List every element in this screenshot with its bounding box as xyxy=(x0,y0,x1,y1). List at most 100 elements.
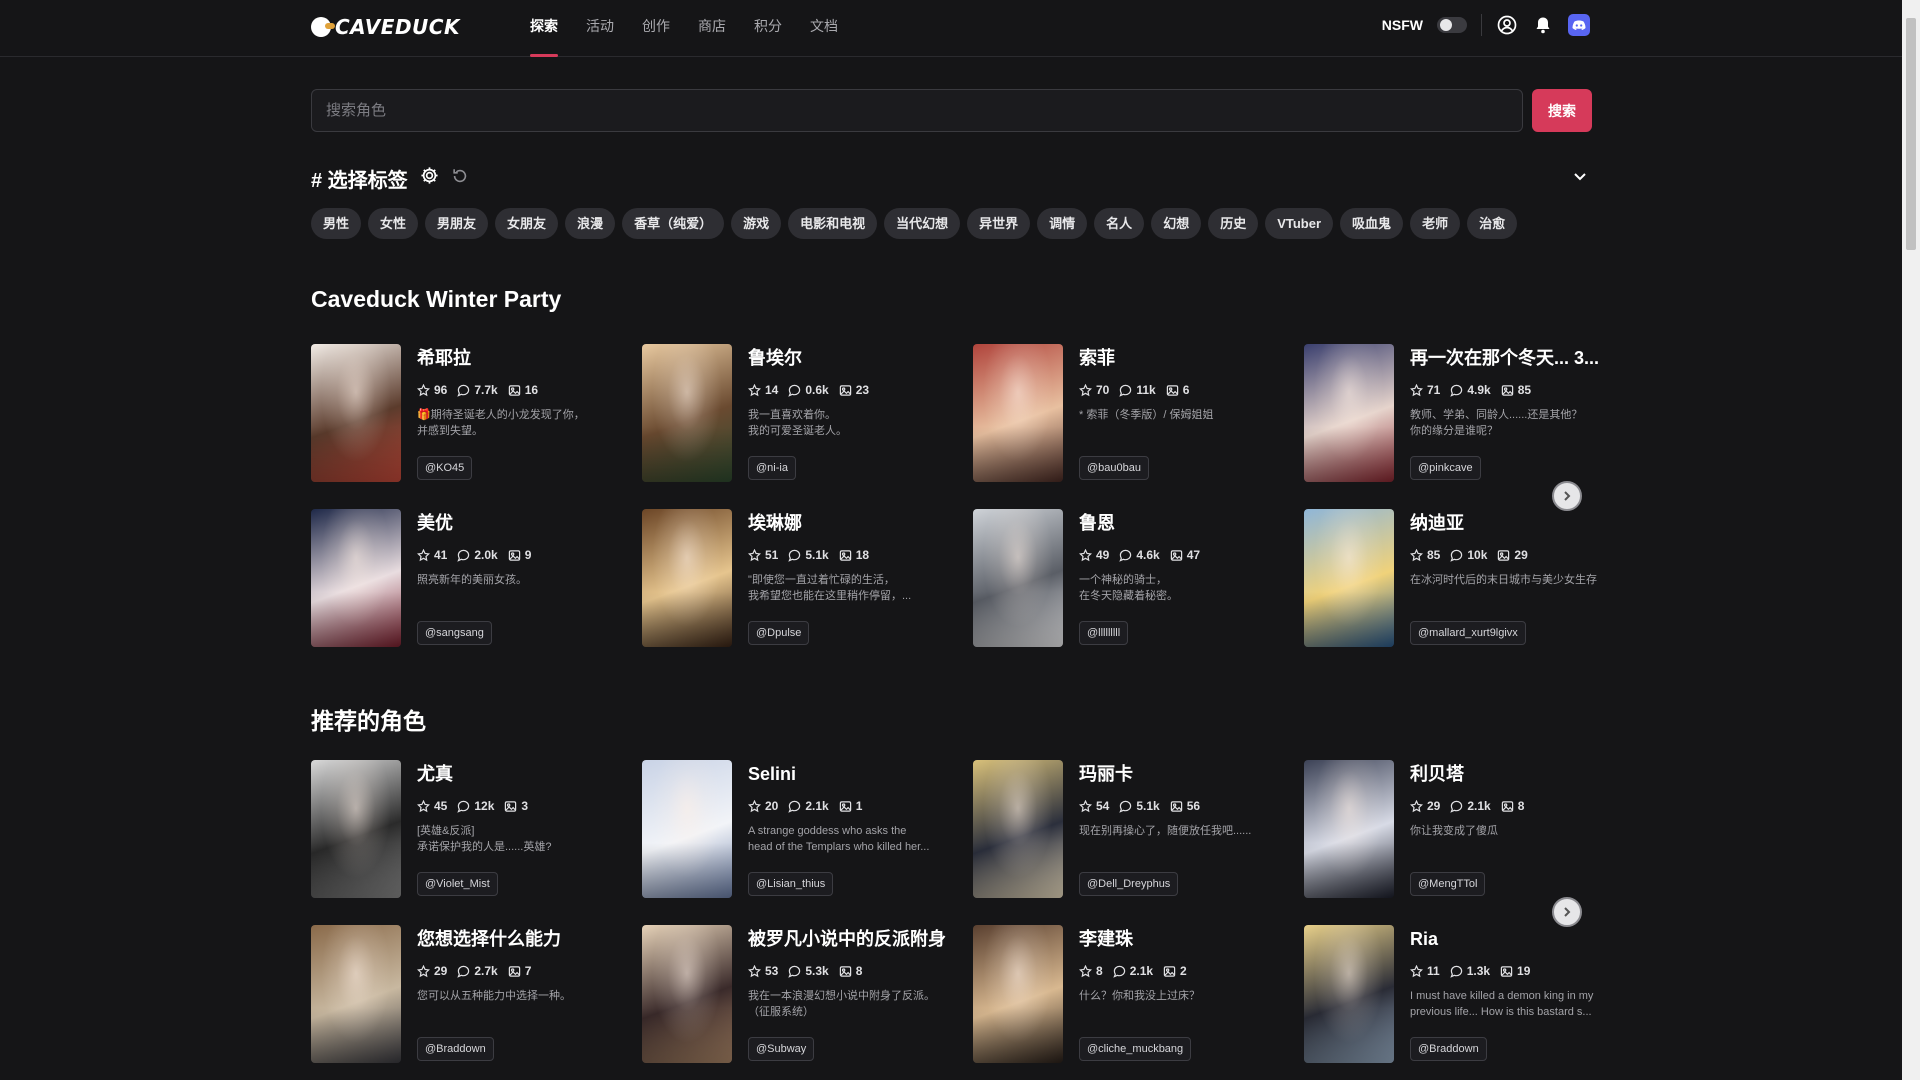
nav-tab-2[interactable]: 创作 xyxy=(628,0,684,57)
tag-chip[interactable]: 女朋友 xyxy=(495,208,559,239)
tag-chip[interactable]: 调情 xyxy=(1037,208,1088,239)
author-handle[interactable]: @KO45 xyxy=(417,456,473,480)
author-handle[interactable]: @lllllllll xyxy=(1079,621,1129,645)
author-handle[interactable]: @Braddown xyxy=(417,1037,494,1061)
character-name[interactable]: 鲁埃尔 xyxy=(748,346,957,370)
character-search-input[interactable] xyxy=(311,89,1523,132)
author-handle[interactable]: @bau0bau xyxy=(1079,456,1149,480)
tag-chip[interactable]: 幻想 xyxy=(1151,208,1202,239)
character-avatar-image[interactable] xyxy=(973,925,1063,1063)
character-card[interactable]: 鲁恩 49 4.6k 47 一个神秘的骑士， 在冬天隐藏着秘密。 @lllllllll xyxy=(973,509,1288,647)
character-name[interactable]: Ria xyxy=(1410,927,1619,951)
tag-chip[interactable]: 香草（纯爱） xyxy=(622,208,725,239)
character-avatar-image[interactable] xyxy=(973,509,1063,647)
page-scrollbar[interactable] xyxy=(1902,0,1920,1080)
bell-icon[interactable] xyxy=(1532,14,1554,36)
character-name[interactable]: 鲁恩 xyxy=(1079,511,1288,535)
character-avatar-image[interactable] xyxy=(311,760,401,898)
character-avatar-image[interactable] xyxy=(642,509,732,647)
author-handle[interactable]: @MengTTol xyxy=(1410,872,1486,896)
tag-chip[interactable]: 女性 xyxy=(368,208,419,239)
character-name[interactable]: 美优 xyxy=(417,511,626,535)
author-handle[interactable]: @Lisian_thius xyxy=(748,872,834,896)
character-name[interactable]: 您想选择什么能力 xyxy=(417,927,626,951)
character-avatar-image[interactable] xyxy=(973,344,1063,482)
author-handle[interactable]: @pinkcave xyxy=(1410,456,1481,480)
nsfw-toggle[interactable] xyxy=(1437,17,1467,33)
character-avatar-image[interactable] xyxy=(311,509,401,647)
character-card[interactable]: 埃琳娜 51 5.1k 18 "即使您一直过着忙碌的生活， 我希望您也能在这里稍作停留，… xyxy=(642,509,957,647)
nav-tab-4[interactable]: 积分 xyxy=(740,0,796,57)
character-card[interactable]: 尤真 45 12k 3 [英雄&反派] 承诺保护我的人是......英雄? @Violet… xyxy=(311,760,626,898)
nav-tab-5[interactable]: 文档 xyxy=(796,0,852,57)
tag-chip[interactable]: 男朋友 xyxy=(425,208,489,239)
user-circle-icon[interactable] xyxy=(1496,14,1518,36)
character-card[interactable]: 再一次在那个冬天... 3... 71 4.9k 85 教师、学弟、同龄人......还… xyxy=(1304,344,1619,482)
character-name[interactable]: 索菲 xyxy=(1079,346,1288,370)
author-handle[interactable]: @Dell_Dreyphus xyxy=(1079,872,1179,896)
author-handle[interactable]: @Violet_Mist xyxy=(417,872,498,896)
tag-chip[interactable]: 老师 xyxy=(1410,208,1461,239)
character-card[interactable]: 纳迪亚 85 10k 29 在冰河时代后的末日城市与美少女生存 @mallard_xurt… xyxy=(1304,509,1619,647)
character-card[interactable]: 玛丽卡 54 5.1k 56 现在别再操心了，随便放任我吧...... @Dell_Dre… xyxy=(973,760,1288,898)
tag-chip[interactable]: 历史 xyxy=(1208,208,1259,239)
character-avatar-image[interactable] xyxy=(1304,509,1394,647)
tag-chip[interactable]: 吸血鬼 xyxy=(1340,208,1404,239)
character-name[interactable]: 李建珠 xyxy=(1079,927,1288,951)
character-avatar-image[interactable] xyxy=(1304,760,1394,898)
scrollbar-thumb[interactable] xyxy=(1906,18,1916,250)
author-handle[interactable]: @mallard_xurt9lgivx xyxy=(1410,621,1526,645)
nav-tab-1[interactable]: 活动 xyxy=(572,0,628,57)
character-avatar-image[interactable] xyxy=(642,344,732,482)
character-name[interactable]: Selini xyxy=(748,762,957,786)
search-button[interactable]: 搜索 xyxy=(1532,89,1592,132)
character-name[interactable]: 埃琳娜 xyxy=(748,511,957,535)
tag-chip[interactable]: 游戏 xyxy=(731,208,782,239)
author-handle[interactable]: @Dpulse xyxy=(748,621,810,645)
character-name[interactable]: 再一次在那个冬天... 3... xyxy=(1410,346,1619,370)
character-name[interactable]: 利贝塔 xyxy=(1410,762,1619,786)
nav-tab-0[interactable]: 探索 xyxy=(516,0,572,57)
author-handle[interactable]: @cliche_muckbang xyxy=(1079,1037,1192,1061)
character-name[interactable]: 玛丽卡 xyxy=(1079,762,1288,786)
nav-tab-3[interactable]: 商店 xyxy=(684,0,740,57)
character-avatar-image[interactable] xyxy=(311,925,401,1063)
tag-chip[interactable]: 异世界 xyxy=(967,208,1031,239)
character-avatar-image[interactable] xyxy=(1304,344,1394,482)
character-card[interactable]: 希耶拉 96 7.7k 16 🎁期待圣诞老人的小龙发现了你， 并感到失望。 @KO45 xyxy=(311,344,626,482)
tag-chip[interactable]: 治愈 xyxy=(1467,208,1518,239)
character-card[interactable]: 美优 41 2.0k 9 照亮新年的美丽女孩。 @sangsang xyxy=(311,509,626,647)
tag-chip[interactable]: 浪漫 xyxy=(565,208,616,239)
character-card[interactable]: 索菲 70 11k 6 * 索菲（冬季版）/ 保姆姐姐 @bau0bau xyxy=(973,344,1288,482)
character-name[interactable]: 被罗凡小说中的反派附身 xyxy=(748,927,957,951)
character-avatar-image[interactable] xyxy=(1304,925,1394,1063)
caveduck-logo[interactable]: CAVEDUCK xyxy=(311,15,460,39)
author-handle[interactable]: @sangsang xyxy=(417,621,492,645)
character-card[interactable]: Selini 20 2.1k 1 A strange goddess who asks … xyxy=(642,760,957,898)
settings-gear-icon[interactable] xyxy=(420,166,439,191)
character-card[interactable]: Ria 11 1.3k 19 I must have killed a demon ki… xyxy=(1304,925,1619,1063)
tag-chip[interactable]: VTuber xyxy=(1265,208,1334,239)
character-name[interactable]: 希耶拉 xyxy=(417,346,626,370)
tag-chip[interactable]: 男性 xyxy=(311,208,362,239)
tag-chip[interactable]: 当代幻想 xyxy=(884,208,961,239)
character-avatar-image[interactable] xyxy=(311,344,401,482)
character-card[interactable]: 您想选择什么能力 29 2.7k 7 您可以从五种能力中选择一种。 @Braddown xyxy=(311,925,626,1063)
tag-chip[interactable]: 名人 xyxy=(1094,208,1145,239)
discord-icon[interactable] xyxy=(1568,14,1590,36)
character-avatar-image[interactable] xyxy=(642,925,732,1063)
reset-refresh-icon[interactable] xyxy=(451,167,469,191)
author-handle[interactable]: @Subway xyxy=(748,1037,815,1061)
tag-chip[interactable]: 电影和电视 xyxy=(788,208,878,239)
character-name[interactable]: 纳迪亚 xyxy=(1410,511,1619,535)
recommended-next-arrow-icon[interactable] xyxy=(1552,897,1582,927)
character-avatar-image[interactable] xyxy=(642,760,732,898)
character-name[interactable]: 尤真 xyxy=(417,762,626,786)
author-handle[interactable]: @ni-ia xyxy=(748,456,796,480)
author-handle[interactable]: @Braddown xyxy=(1410,1037,1487,1061)
character-card[interactable]: 李建珠 8 2.1k 2 什么？你和我没上过床？ @cliche_muckbang xyxy=(973,925,1288,1063)
expand-tags-chevron-down-icon[interactable] xyxy=(1572,168,1588,184)
character-card[interactable]: 被罗凡小说中的反派附身 53 5.3k 8 我在一本浪漫幻想小说中附身了反派。 （征服系… xyxy=(642,925,957,1063)
character-avatar-image[interactable] xyxy=(973,760,1063,898)
character-card[interactable]: 鲁埃尔 14 0.6k 23 我一直喜欢着你。 我的可爱圣诞老人。 @ni-ia xyxy=(642,344,957,482)
